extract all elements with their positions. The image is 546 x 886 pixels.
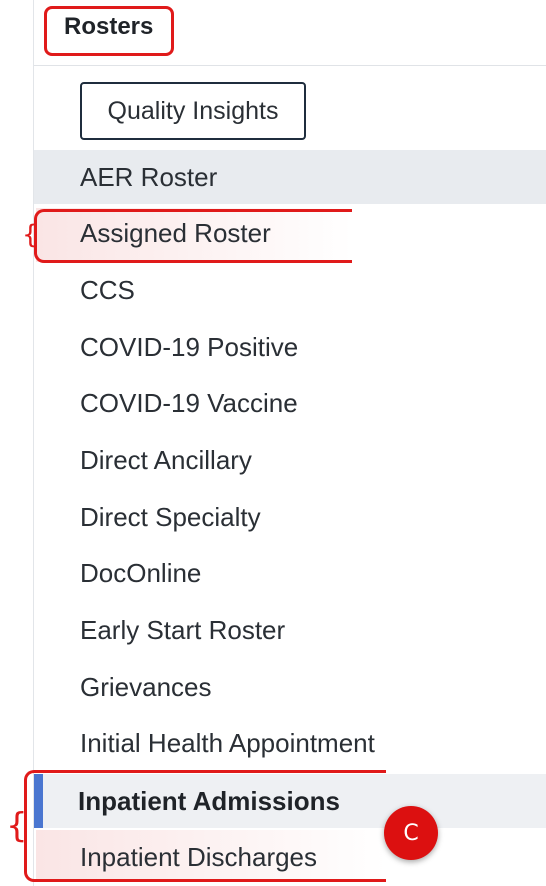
nav-item-ccs[interactable]: CCS (34, 263, 546, 317)
nav-item-label: Assigned Roster (80, 218, 271, 248)
active-indicator (34, 774, 43, 828)
nav-item-direct-specialty[interactable]: Direct Specialty (34, 490, 546, 544)
nav-item-label: Grievances (80, 672, 212, 702)
nav-item-assigned-roster[interactable]: Assigned Roster (34, 206, 546, 260)
nav-item-label: Inpatient Admissions (78, 786, 340, 816)
nav-item-inpatient-admissions[interactable]: Inpatient Admissions (34, 774, 546, 828)
quality-insights-button[interactable]: Quality Insights (80, 82, 306, 140)
nav-item-label: COVID-19 Positive (80, 332, 299, 362)
nav-item-label: Early Start Roster (80, 615, 286, 645)
nav-item-label: Inpatient Discharges (80, 842, 318, 872)
nav-item-aer-roster[interactable]: AER Roster (34, 150, 546, 204)
nav-item-label: AER Roster (80, 162, 218, 192)
annotation-marker: C (384, 806, 438, 860)
nav-item-inpatient-discharges[interactable]: Inpatient Discharges (34, 830, 546, 884)
nav-item-direct-ancillary[interactable]: Direct Ancillary (34, 433, 546, 487)
nav-item-early-start-roster[interactable]: Early Start Roster (34, 603, 546, 657)
chevron-up-icon[interactable] (542, 24, 546, 44)
nav-item-covid-positive[interactable]: COVID-19 Positive (34, 320, 546, 374)
annotation-brace: { (6, 806, 28, 846)
nav-item-initial-health-appointment[interactable]: Initial Health Appointment (34, 716, 546, 770)
nav-item-label: CCS (80, 275, 135, 305)
nav-item-label: Direct Specialty (80, 502, 261, 532)
nav-item-grievances[interactable]: Grievances (34, 660, 546, 714)
section-title: Rosters (64, 13, 154, 40)
nav-item-label: COVID-19 Vaccine (80, 388, 298, 418)
nav-item-label: DocOnline (80, 558, 202, 588)
nav-item-covid-vaccine[interactable]: COVID-19 Vaccine (34, 376, 546, 430)
nav-item-doconline[interactable]: DocOnline (34, 546, 546, 600)
rosters-section-header[interactable]: Rosters (34, 0, 546, 66)
rosters-panel: Rosters Quality Insights AER Roster Assi… (0, 0, 546, 886)
nav-item-label: Direct Ancillary (80, 445, 252, 475)
nav-item-label: Initial Health Appointment (80, 728, 375, 758)
